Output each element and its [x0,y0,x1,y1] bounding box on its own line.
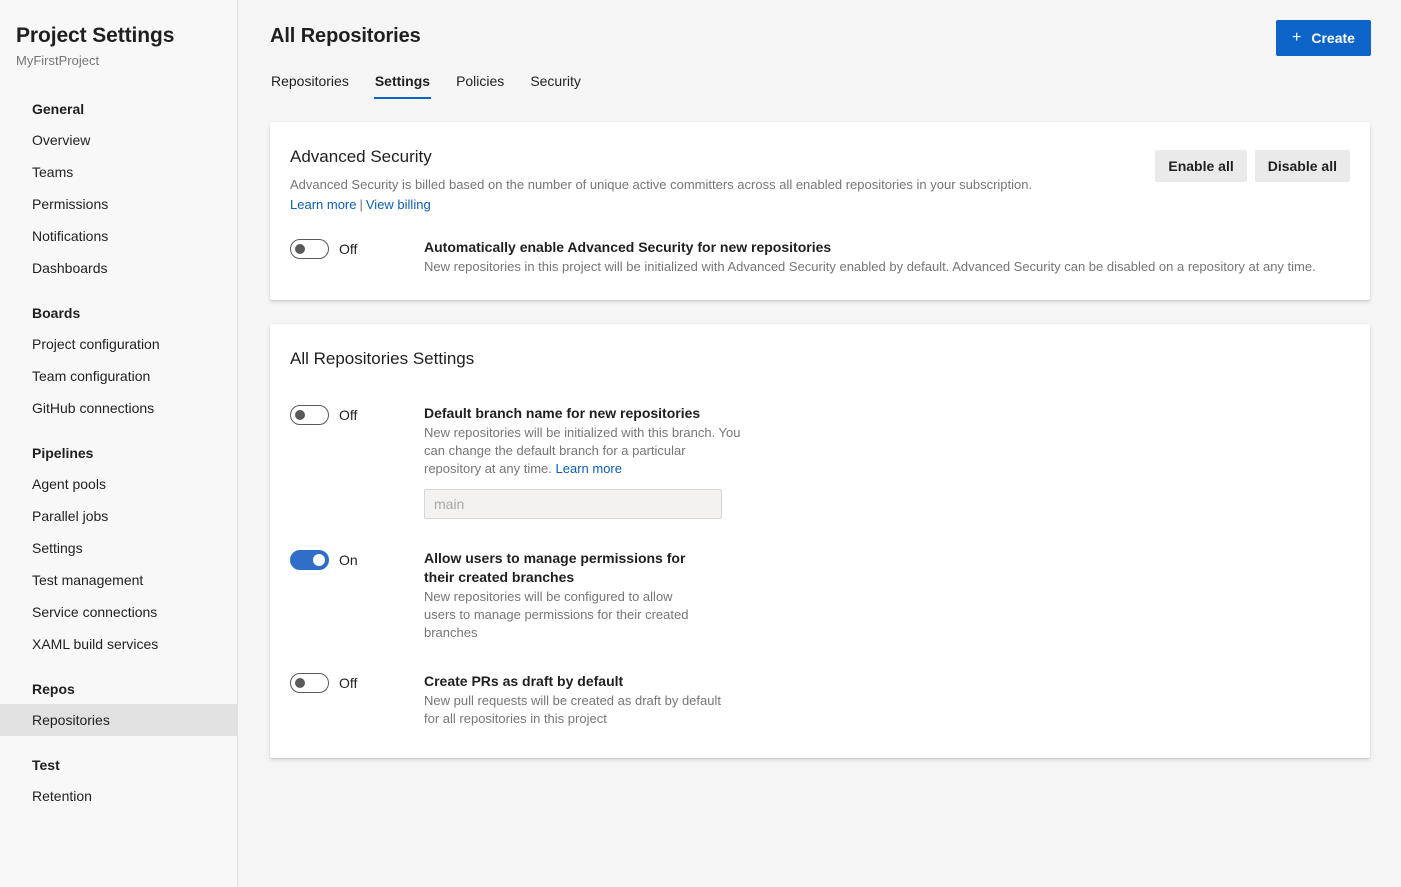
tab-repositories[interactable]: Repositories [270,72,350,99]
sidebar-item-retention[interactable]: Retention [0,780,237,812]
sidebar-item-permissions[interactable]: Permissions [0,188,237,220]
create-prs-draft-row: Off Create PRs as draft by default New p… [290,642,1350,728]
default-branch-setting-title: Default branch name for new repositories [424,405,701,421]
create-prs-draft-setting-text: Create PRs as draft by default New pull … [424,672,1350,728]
default-branch-toggle-cell: Off [290,404,424,425]
auto-enable-setting-text: Automatically enable Advanced Security f… [424,238,1350,276]
auto-enable-setting-description: New repositories in this project will be… [424,259,1316,274]
create-prs-draft-setting-title: Create PRs as draft by default [424,673,624,689]
sidebar-item-agent-pools[interactable]: Agent pools [0,468,237,500]
advanced-security-links: Learn more | View billing [290,196,1350,214]
toggle-knob [313,554,325,566]
settings-tablist: Repositories Settings Policies Security [270,72,1369,99]
all-repositories-settings-heading: All Repositories Settings [290,349,475,368]
create-prs-draft-toggle-state: Off [339,675,358,691]
allow-manage-permissions-toggle[interactable] [290,550,329,570]
sidebar-group-general: General [32,101,85,117]
tab-policies[interactable]: Policies [455,72,505,99]
toggle-knob [295,410,305,420]
toggle-knob [295,244,305,254]
allow-manage-permissions-toggle-cell: On [290,549,424,570]
all-repositories-settings-rows: Off Default branch name for new reposito… [290,382,1350,728]
disable-all-button[interactable]: Disable all [1254,150,1350,182]
auto-enable-toggle-state: Off [339,241,358,257]
settings-content: Advanced Security Advanced Security is b… [238,99,1401,758]
sidebar-item-dashboards[interactable]: Dashboards [0,252,237,284]
advanced-security-card: Advanced Security Advanced Security is b… [270,122,1370,300]
project-settings-sidebar: Project Settings MyFirstProject General … [0,0,238,887]
default-branch-setting-text: Default branch name for new repositories… [424,404,1350,519]
page-header: All Repositories + Create Repositories S… [238,0,1401,99]
view-billing-link[interactable]: View billing [366,197,431,212]
default-branch-name-input[interactable] [424,489,722,519]
sidebar-item-repositories[interactable]: Repositories [0,704,237,736]
sidebar-item-settings[interactable]: Settings [0,532,237,564]
learn-more-link[interactable]: Learn more [290,197,356,212]
create-button-label: Create [1311,30,1355,46]
allow-manage-permissions-row: On Allow users to manage permissions for… [290,519,1350,642]
auto-enable-advanced-security-row: Off Automatically enable Advanced Securi… [290,214,1350,280]
sidebar-item-notifications[interactable]: Notifications [0,220,237,252]
advanced-security-actions: Enable all Disable all [1155,150,1350,182]
sidebar-title: Project Settings [16,24,175,47]
sidebar-item-test-management[interactable]: Test management [0,564,237,596]
sidebar-group-boards: Boards [32,305,81,321]
sidebar-item-project-configuration[interactable]: Project configuration [0,328,237,360]
link-separator: | [359,197,363,212]
page-title: All Repositories [270,25,421,47]
sidebar-project-name: MyFirstProject [16,53,100,68]
default-branch-learn-more-link[interactable]: Learn more [556,461,622,476]
default-branch-setting-description: New repositories will be initialized wit… [424,424,742,478]
default-branch-toggle-state: Off [339,407,358,423]
sidebar-item-github-connections[interactable]: GitHub connections [0,392,237,424]
all-repositories-settings-card: All Repositories Settings Off Default br… [270,324,1370,758]
tab-settings[interactable]: Settings [373,72,432,99]
default-branch-name-row: Off Default branch name for new reposito… [290,382,1350,519]
sidebar-group-repos: Repos [32,681,75,697]
create-prs-draft-toggle[interactable] [290,673,329,693]
create-button[interactable]: + Create [1276,20,1371,56]
allow-manage-permissions-setting-description: New repositories will be configured to a… [424,589,689,640]
auto-enable-setting-title: Automatically enable Advanced Security f… [424,239,832,255]
auto-enable-toggle-cell: Off [290,238,424,259]
allow-manage-permissions-setting-title: Allow users to manage permissions for th… [424,550,686,585]
sidebar-item-service-connections[interactable]: Service connections [0,596,237,628]
default-branch-name-toggle[interactable] [290,405,329,425]
sidebar-group-test: Test [32,757,60,773]
sidebar-item-parallel-jobs[interactable]: Parallel jobs [0,500,237,532]
tab-security[interactable]: Security [529,72,582,99]
sidebar-item-teams[interactable]: Teams [0,156,237,188]
plus-icon: + [1292,29,1302,46]
sidebar-group-pipelines: Pipelines [32,445,94,461]
sidebar-item-xaml-build-services[interactable]: XAML build services [0,628,237,660]
create-prs-draft-setting-description: New pull requests will be created as dra… [424,693,721,726]
enable-all-button[interactable]: Enable all [1155,150,1247,182]
create-prs-draft-toggle-cell: Off [290,672,424,693]
sidebar-nav: General Overview Teams Permissions Notif… [0,94,237,812]
main-content: All Repositories + Create Repositories S… [238,0,1401,887]
toggle-knob [295,678,305,688]
allow-manage-permissions-toggle-state: On [339,552,358,568]
sidebar-item-overview[interactable]: Overview [0,124,237,156]
auto-enable-advanced-security-toggle[interactable] [290,239,329,259]
sidebar-item-team-configuration[interactable]: Team configuration [0,360,237,392]
app-root: Project Settings MyFirstProject General … [0,0,1401,887]
allow-manage-permissions-setting-text: Allow users to manage permissions for th… [424,549,1350,642]
